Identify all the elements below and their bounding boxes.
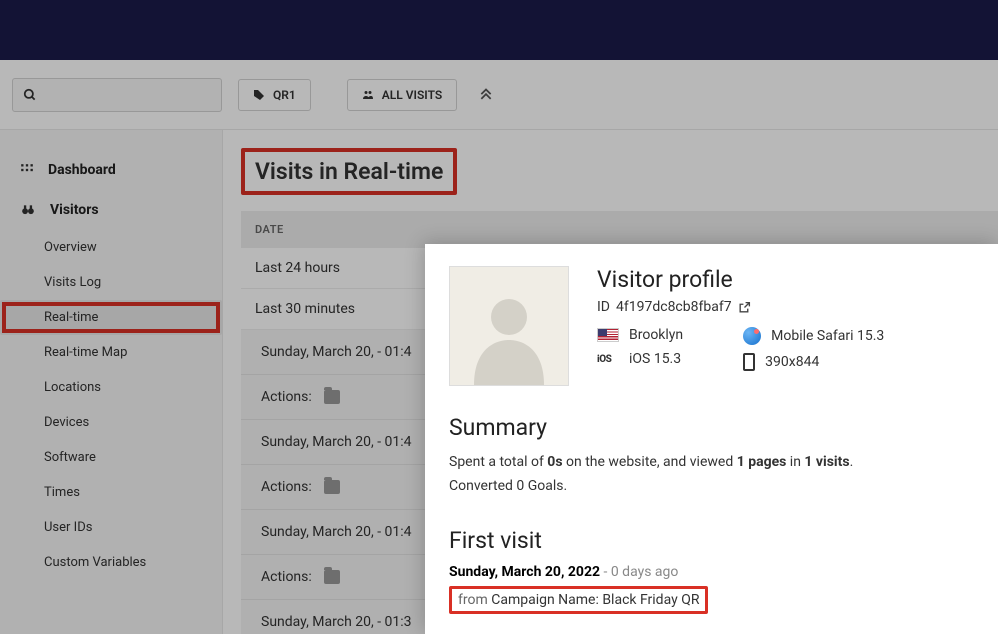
sidebar-item-visits-log[interactable]: Visits Log [0,265,222,300]
people-icon [362,89,374,101]
profile-title: Visitor profile [597,266,974,293]
binoculars-icon [20,203,36,217]
safari-icon [743,327,761,345]
sidebar-item-custom-variables[interactable]: Custom Variables [0,545,222,580]
first-visit-heading: First visit [449,527,974,554]
first-visit-campaign: from Campaign Name: Black Friday QR [449,586,708,614]
summary-text: Spent a total of 0s on the website, and … [449,451,974,499]
page-title: Visits in Real-time [241,148,457,195]
mobile-icon [743,353,755,371]
profile-location: Brooklyn [597,327,683,343]
search-input[interactable] [12,78,222,112]
profile-id: ID 4f197dc8cb8fbaf7 [597,299,974,315]
visitors-label: Visitors [50,202,99,218]
actions-label: Actions: [261,569,312,585]
folder-icon[interactable] [324,390,340,404]
qr-dropdown[interactable]: QR1 [238,79,311,111]
grid-icon [20,163,34,177]
tag-icon [253,89,265,101]
all-visits-button[interactable]: ALL VISITS [347,79,457,111]
ios-icon: iOS [597,354,619,365]
actions-label: Actions: [261,479,312,495]
folder-icon[interactable] [324,480,340,494]
sidebar-item-real-time[interactable]: Real-time [0,300,222,335]
summary-heading: Summary [449,414,974,441]
search-icon [23,88,37,102]
sidebar-item-times[interactable]: Times [0,475,222,510]
sidebar: Dashboard Visitors Overview Visits Log R… [0,130,223,634]
avatar [449,266,569,386]
all-visits-label: ALL VISITS [382,88,442,102]
collapse-button[interactable] [473,80,499,110]
qr-label: QR1 [273,88,296,102]
dashboard-label: Dashboard [48,162,116,178]
chevron-double-up-icon [479,86,493,100]
top-bar [0,0,998,60]
first-visit-date: Sunday, March 20, 2022 - 0 days ago [449,564,974,580]
external-link-icon[interactable] [738,301,751,314]
sidebar-section-dashboard[interactable]: Dashboard [0,150,222,190]
profile-os: iOS iOS 15.3 [597,351,683,367]
sidebar-section-visitors[interactable]: Visitors [0,190,222,230]
folder-icon[interactable] [324,570,340,584]
sidebar-item-locations[interactable]: Locations [0,370,222,405]
sidebar-item-real-time-map[interactable]: Real-time Map [0,335,222,370]
visitor-profile-popup: Visitor profile ID 4f197dc8cb8fbaf7 Broo… [425,244,998,634]
profile-browser: Mobile Safari 15.3 [743,327,884,345]
table-header-date: DATE [241,211,998,248]
flag-us-icon [597,328,619,342]
sidebar-item-devices[interactable]: Devices [0,405,222,440]
sidebar-item-overview[interactable]: Overview [0,230,222,265]
toolbar: QR1 ALL VISITS [0,60,998,130]
sidebar-item-software[interactable]: Software [0,440,222,475]
profile-resolution: 390x844 [743,353,884,371]
actions-label: Actions: [261,389,312,405]
sidebar-item-user-ids[interactable]: User IDs [0,510,222,545]
